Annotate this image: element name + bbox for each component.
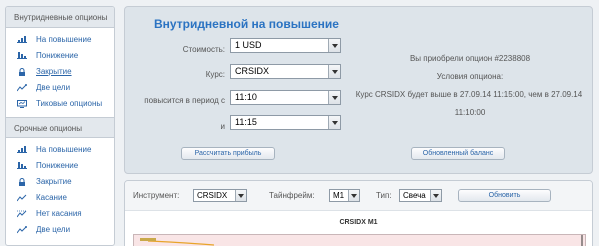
- conditions-text: Курс CRSIDX будет выше в 27.09.14 11:15:…: [355, 90, 583, 99]
- chevron-down-icon: [328, 65, 340, 78]
- section-header-term: Срочные опционы: [6, 117, 114, 138]
- cost-select[interactable]: 1 USD: [230, 38, 341, 53]
- cost-value: 1 USD: [235, 40, 262, 50]
- instrument-label: Инструмент:: [133, 191, 180, 200]
- chart-panel: Инструмент: CRSIDX Тайнфрейм: M1 Тип: Св…: [124, 180, 593, 246]
- period-to-value: 11:15: [235, 117, 257, 127]
- sidebar-item-label: Касание: [36, 193, 67, 202]
- instrument-select[interactable]: CRSIDX: [193, 189, 247, 202]
- sidebar-item-term-no-touch[interactable]: Нет касания: [6, 206, 114, 222]
- timeframe-select[interactable]: M1: [329, 189, 360, 202]
- touch-icon: [17, 194, 27, 202]
- timeframe-label: Тайнфрейм:: [269, 191, 315, 200]
- chart-down-icon: [17, 52, 27, 60]
- period-from-select[interactable]: 11:10: [230, 90, 341, 105]
- cost-label: Стоимость:: [182, 45, 225, 54]
- no-touch-icon: [17, 210, 27, 218]
- chart-marker: [140, 238, 156, 241]
- sidebar-item-intraday-down[interactable]: Понижение: [6, 48, 114, 64]
- period-label: повысится в период с: [144, 96, 225, 105]
- and-label: и: [220, 122, 225, 131]
- page-title: Внутридневной на повышение: [154, 17, 339, 31]
- two-targets-icon: [17, 226, 27, 234]
- sidebar-item-term-two-targets[interactable]: Две цели: [6, 222, 114, 238]
- refresh-button[interactable]: Обновить: [458, 189, 551, 202]
- sidebar-item-label: Тиковые опционы: [36, 99, 103, 108]
- period-to-select[interactable]: 11:15: [230, 115, 341, 130]
- sidebar-item-label: Две цели: [36, 225, 71, 234]
- sidebar-item-term-close[interactable]: Закрытие: [6, 174, 114, 190]
- conditions-text-time: 11:10:00: [454, 108, 486, 117]
- instrument-value: CRSIDX: [197, 191, 228, 200]
- intraday-options-list: На повышение Понижение Закрытие Две цели…: [6, 28, 114, 112]
- monitor-icon: [17, 100, 27, 108]
- chart-up-icon: [17, 36, 27, 44]
- type-label: Тип:: [376, 191, 392, 200]
- chevron-down-icon: [328, 39, 340, 52]
- rate-select[interactable]: CRSIDX: [230, 64, 341, 79]
- chart-toolbar: Инструмент: CRSIDX Тайнфрейм: M1 Тип: Св…: [125, 181, 592, 211]
- sidebar-item-term-down[interactable]: Понижение: [6, 158, 114, 174]
- timeframe-value: M1: [333, 191, 345, 200]
- calculate-profit-button[interactable]: Рассчитать прибыль: [181, 147, 275, 160]
- price-line: [147, 240, 215, 246]
- chevron-down-icon: [348, 190, 359, 201]
- chevron-down-icon: [328, 91, 340, 104]
- chevron-down-icon: [328, 116, 340, 129]
- rate-label: Курс:: [205, 70, 225, 79]
- rate-value: CRSIDX: [235, 66, 270, 76]
- conditions-heading: Условия опциона:: [436, 72, 504, 81]
- sidebar-item-intraday-two-targets[interactable]: Две цели: [6, 80, 114, 96]
- sidebar-item-intraday-up[interactable]: На повышение: [6, 32, 114, 48]
- chart-up-icon: [17, 146, 27, 154]
- updated-balance-button[interactable]: Обновленный баланс: [411, 147, 505, 160]
- sidebar-item-intraday-close[interactable]: Закрытие: [6, 64, 114, 80]
- sidebar-item-label: Понижение: [36, 161, 79, 170]
- sidebar-item-label: На повышение: [36, 145, 92, 154]
- sidebar-item-intraday-tick[interactable]: Тиковые опционы: [6, 96, 114, 112]
- purchase-message: Вы приобрели опцион #2238808: [409, 54, 531, 63]
- sidebar-item-label: Закрытие: [36, 67, 72, 76]
- sidebar-item-label: Понижение: [36, 51, 79, 60]
- chevron-down-icon: [235, 190, 246, 201]
- price-chart-canvas: [140, 235, 583, 246]
- sidebar-item-label: Две цели: [36, 83, 71, 92]
- type-select[interactable]: Свеча: [399, 189, 442, 202]
- term-options-list: На повышение Понижение Закрытие Касание …: [6, 138, 114, 238]
- chart-title: CRSIDX M1: [339, 219, 378, 226]
- section-header-intraday: Внутридневные опционы: [6, 7, 114, 28]
- sidebar: Внутридневные опционы На повышение Пониж…: [5, 6, 115, 246]
- period-from-value: 11:10: [235, 92, 257, 102]
- two-targets-icon: [17, 84, 27, 92]
- sidebar-item-label: Закрытие: [36, 177, 72, 186]
- price-chart: [133, 234, 586, 246]
- sidebar-item-term-up[interactable]: На повышение: [6, 142, 114, 158]
- chart-down-icon: [17, 162, 27, 170]
- lock-icon: [17, 68, 27, 76]
- sidebar-item-term-touch[interactable]: Касание: [6, 190, 114, 206]
- sidebar-item-label: Нет касания: [36, 209, 82, 218]
- sidebar-item-label: На повышение: [36, 35, 92, 44]
- lock-icon: [17, 178, 27, 186]
- chevron-down-icon: [430, 190, 441, 201]
- type-value: Свеча: [403, 191, 426, 200]
- option-panel: Внутридневной на повышение Стоимость: 1 …: [124, 6, 593, 174]
